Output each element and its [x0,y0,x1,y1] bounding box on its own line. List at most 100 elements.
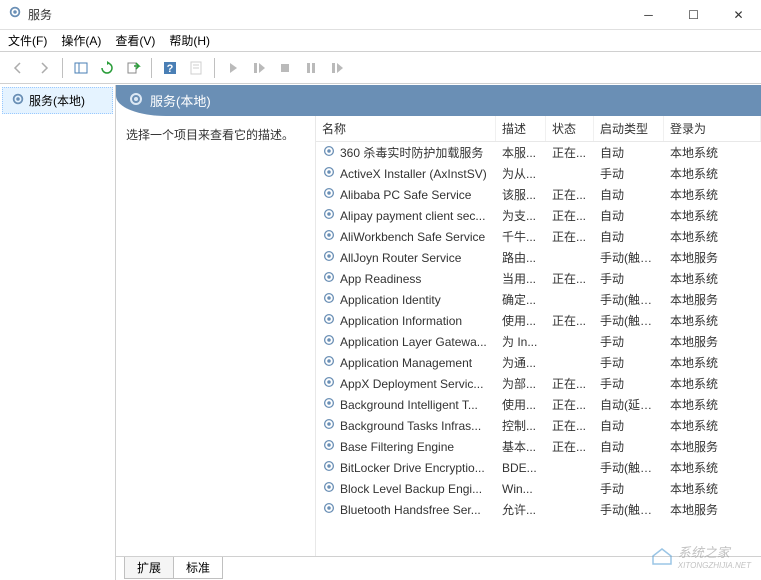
service-desc: 千牛... [496,228,546,245]
gear-icon [322,207,336,224]
service-name: Background Tasks Infras... [340,419,481,433]
menu-help[interactable]: 帮助(H) [169,32,210,49]
gear-icon [11,92,25,109]
service-logon: 本地服务 [664,249,761,266]
service-row[interactable]: Base Filtering Engine基本...正在...自动本地服务 [316,436,761,457]
col-header-startup[interactable]: 启动类型 [594,116,664,141]
service-name: Application Identity [340,293,441,307]
service-name: AllJoyn Router Service [340,251,461,265]
service-row[interactable]: Alibaba PC Safe Service该服...正在...自动本地系统 [316,184,761,205]
service-row[interactable]: ActiveX Installer (AxInstSV)为从...手动本地系统 [316,163,761,184]
service-desc: 基本... [496,438,546,455]
service-row[interactable]: AppX Deployment Servic...为部...正在...手动本地系… [316,373,761,394]
minimize-button[interactable]: ─ [626,0,671,30]
title-bar: 服务 ─ ☐ ✕ [0,0,761,30]
toolbar: ? [0,52,761,84]
service-desc: Win... [496,482,546,496]
resume-service-button[interactable] [247,56,271,80]
service-row[interactable]: Application Information使用...正在...手动(触发..… [316,310,761,331]
gear-icon [322,354,336,371]
right-pane: 服务(本地) 选择一个项目来查看它的描述。 名称 描述 状态 启动类型 登录为 … [116,85,761,580]
menu-view[interactable]: 查看(V) [115,32,155,49]
properties-button[interactable] [184,56,208,80]
tree-root-services[interactable]: 服务(本地) [2,87,113,114]
tab-standard[interactable]: 标准 [173,557,223,579]
service-row[interactable]: Block Level Backup Engi... Win... 手动本地系统 [316,478,761,499]
service-row[interactable]: App Readiness当用...正在...手动本地系统 [316,268,761,289]
list-header: 名称 描述 状态 启动类型 登录为 [316,116,761,142]
stop-service-button[interactable] [273,56,297,80]
tab-extended[interactable]: 扩展 [124,557,174,579]
service-row[interactable]: AllJoyn Router Service路由...手动(触发...本地服务 [316,247,761,268]
gear-icon [322,375,336,392]
service-logon: 本地服务 [664,501,761,518]
service-name: Block Level Backup Engi... [340,482,482,496]
close-button[interactable]: ✕ [716,0,761,30]
forward-button[interactable] [32,56,56,80]
service-startup: 手动(触发... [594,501,664,518]
export-button[interactable] [121,56,145,80]
service-logon: 本地系统 [664,396,761,413]
service-name: App Readiness [340,272,421,286]
service-name: Application Layer Gatewa... [340,335,487,349]
service-logon: 本地系统 [664,459,761,476]
service-desc: 为 In... [496,333,546,350]
pause-service-button[interactable] [299,56,323,80]
service-desc: 控制... [496,417,546,434]
back-button[interactable] [6,56,30,80]
service-row[interactable]: Application Management为通...手动本地系统 [316,352,761,373]
refresh-button[interactable] [95,56,119,80]
service-status: 正在... [546,396,594,413]
show-hide-button[interactable] [69,56,93,80]
restart-service-button[interactable] [325,56,349,80]
service-startup: 手动(触发... [594,291,664,308]
menu-bar: 文件(F) 操作(A) 查看(V) 帮助(H) [0,30,761,52]
service-startup: 自动 [594,144,664,161]
svg-text:?: ? [167,63,174,75]
service-list[interactable]: 名称 描述 状态 启动类型 登录为 360 杀毒实时防护加载服务本服...正在.… [316,116,761,556]
service-desc: 路由... [496,249,546,266]
gear-icon [322,480,336,497]
service-row[interactable]: 360 杀毒实时防护加载服务本服...正在...自动本地系统 [316,142,761,163]
menu-file[interactable]: 文件(F) [8,32,47,49]
tree-pane: 服务(本地) [0,85,116,580]
gear-icon [322,228,336,245]
col-header-name[interactable]: 名称 [316,116,496,141]
service-logon: 本地服务 [664,333,761,350]
service-startup: 手动(触发... [594,459,664,476]
service-startup: 手动 [594,480,664,497]
service-logon: 本地系统 [664,480,761,497]
service-startup: 自动(延迟... [594,396,664,413]
service-row[interactable]: Application Layer Gatewa...为 In...手动本地服务 [316,331,761,352]
description-hint: 选择一个项目来查看它的描述。 [126,126,305,143]
service-row[interactable]: BitLocker Drive Encryptio...BDE...手动(触发.… [316,457,761,478]
service-row[interactable]: Application Identity确定...手动(触发...本地服务 [316,289,761,310]
gear-icon [322,291,336,308]
maximize-button[interactable]: ☐ [671,0,716,30]
service-name: Alibaba PC Safe Service [340,188,471,202]
window-buttons: ─ ☐ ✕ [626,0,761,30]
service-desc: 使用... [496,396,546,413]
menu-action[interactable]: 操作(A) [61,32,101,49]
service-startup: 手动 [594,354,664,371]
service-row[interactable]: Background Intelligent T...使用...正在...自动(… [316,394,761,415]
col-header-status[interactable]: 状态 [546,116,594,141]
gear-icon [322,270,336,287]
service-logon: 本地系统 [664,207,761,224]
service-logon: 本地系统 [664,144,761,161]
service-status: 正在... [546,375,594,392]
help-button[interactable]: ? [158,56,182,80]
toolbar-separator [151,58,152,78]
service-row[interactable]: AliWorkbench Safe Service千牛...正在...自动本地系… [316,226,761,247]
start-service-button[interactable] [221,56,245,80]
service-row[interactable]: Alipay payment client sec...为支...正在...自动… [316,205,761,226]
service-status: 正在... [546,417,594,434]
col-header-logon[interactable]: 登录为 [664,116,761,141]
gear-icon [322,333,336,350]
col-header-desc[interactable]: 描述 [496,116,546,141]
service-startup: 自动 [594,207,664,224]
service-row[interactable]: Bluetooth Handsfree Ser...允许...手动(触发...本… [316,499,761,520]
description-pane: 选择一个项目来查看它的描述。 [116,116,316,556]
gear-icon [322,501,336,518]
service-row[interactable]: Background Tasks Infras...控制...正在...自动本地… [316,415,761,436]
